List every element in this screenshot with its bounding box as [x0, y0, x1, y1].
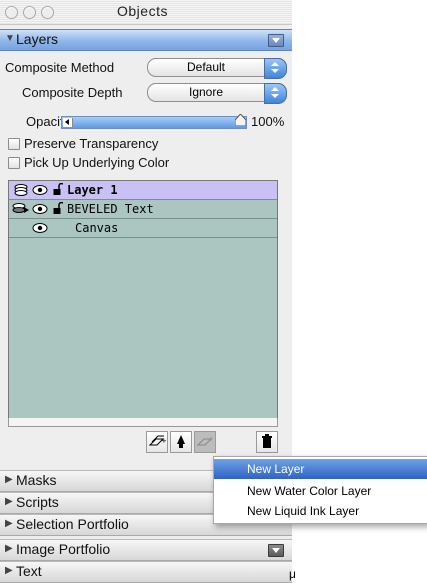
menu-item-label: New Layer: [247, 462, 305, 476]
preserve-transparency-checkbox[interactable]: [8, 138, 20, 150]
section-image-portfolio[interactable]: ▶ Image Portfolio: [0, 539, 292, 561]
section-selection-portfolio-label: Selection Portfolio: [16, 516, 129, 532]
trash-icon[interactable]: [256, 431, 278, 453]
eye-icon[interactable]: [32, 202, 48, 216]
image-portfolio-menu-icon[interactable]: [268, 544, 284, 557]
unlocked-icon[interactable]: [53, 202, 63, 216]
layer-name[interactable]: Layer 1: [67, 183, 118, 197]
disclosure-expanded-icon[interactable]: ▼: [5, 33, 15, 44]
disclosure-collapsed-icon[interactable]: ▶: [5, 565, 13, 576]
dynamic-plugin-icon[interactable]: [170, 431, 192, 453]
layer-name[interactable]: Canvas: [75, 221, 118, 235]
pick-up-color-checkbox[interactable]: [8, 157, 20, 169]
layer-row[interactable]: Layer 1: [9, 181, 277, 200]
slider-thumb-icon[interactable]: [235, 114, 246, 126]
composite-method-label: Composite Method: [5, 60, 115, 75]
section-text-label: Text: [16, 563, 42, 579]
layer-row[interactable]: Canvas: [9, 219, 277, 238]
popup-arrows-icon: [264, 58, 287, 79]
composite-depth-value: Ignore: [188, 85, 224, 99]
svg-text:+: +: [208, 435, 214, 443]
slider-left-arrow-icon[interactable]: [63, 118, 73, 127]
layer-list-scrollbar[interactable]: [8, 418, 278, 427]
menu-item-label: New Water Color Layer: [247, 484, 372, 498]
layer-list[interactable]: Layer 1 BEVELED Text Canvas: [8, 180, 278, 420]
unlocked-icon[interactable]: [53, 183, 63, 197]
popup-arrows-icon: [264, 83, 287, 104]
disclosure-collapsed-icon[interactable]: ▶: [5, 518, 13, 529]
section-layers-label: Layers: [16, 31, 59, 47]
disclosure-collapsed-icon[interactable]: ▶: [5, 496, 13, 507]
composite-method-value: Default: [186, 60, 226, 74]
composite-depth-select[interactable]: Ignore: [147, 83, 287, 104]
eye-icon[interactable]: [32, 221, 48, 235]
layer-row[interactable]: BEVELED Text: [9, 200, 277, 219]
palette-titlebar[interactable]: Objects: [0, 0, 292, 25]
preserve-transparency-label: Preserve Transparency: [24, 136, 159, 151]
close-button[interactable]: [5, 6, 18, 19]
pick-up-color-label: Pick Up Underlying Color: [24, 155, 170, 170]
disclosure-collapsed-icon[interactable]: ▶: [5, 474, 13, 485]
text-layer-icon: [12, 203, 29, 213]
section-layers[interactable]: ▼ Layers: [0, 29, 292, 51]
minimize-button[interactable]: [23, 6, 36, 19]
section-masks-label: Masks: [16, 472, 57, 488]
opacity-value: 100%: [251, 114, 285, 129]
zoom-button[interactable]: [41, 6, 54, 19]
layer-stack-icon: [14, 184, 28, 196]
menu-item-new-layer[interactable]: New Layer: [214, 459, 427, 479]
palette-title: Objects: [117, 3, 168, 19]
layer-mask-icon[interactable]: +: [194, 431, 216, 453]
svg-text:+: +: [161, 437, 167, 445]
disclosure-collapsed-icon[interactable]: ▶: [5, 543, 13, 554]
eye-icon[interactable]: [32, 183, 48, 197]
menu-item-new-liquid-ink-layer[interactable]: New Liquid Ink Layer: [214, 501, 427, 521]
new-layer-menu: New Layer New Water Color Layer New Liqu…: [213, 456, 427, 524]
section-image-portfolio-label: Image Portfolio: [16, 541, 111, 557]
composite-depth-label: Composite Depth: [22, 85, 123, 100]
menu-item-label: New Liquid Ink Layer: [247, 504, 360, 518]
stray-glyph: μ: [289, 567, 296, 581]
layer-name[interactable]: BEVELED Text: [67, 202, 154, 216]
composite-method-select[interactable]: Default: [147, 58, 287, 79]
section-text[interactable]: ▶ Text: [0, 561, 292, 583]
section-scripts-label: Scripts: [16, 494, 59, 510]
new-layer-icon[interactable]: +: [146, 431, 168, 453]
menu-item-new-water-color-layer[interactable]: New Water Color Layer: [214, 481, 427, 501]
opacity-slider[interactable]: [61, 114, 247, 129]
layers-menu-icon[interactable]: [268, 34, 284, 47]
